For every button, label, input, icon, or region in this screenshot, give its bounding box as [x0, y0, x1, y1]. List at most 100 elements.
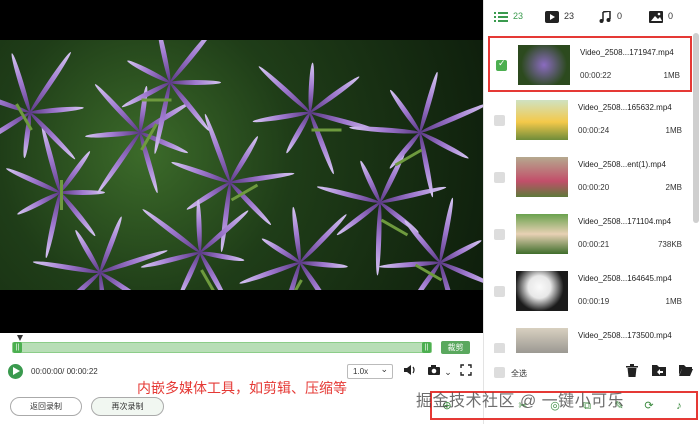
flower-petal: [98, 270, 145, 290]
flower-petal: [257, 64, 312, 115]
volume-icon[interactable]: [402, 364, 418, 380]
video-frame: [0, 40, 483, 290]
file-row[interactable]: Video_2508...171947.mp4 00:00:22 1MB: [488, 36, 692, 92]
tab-music[interactable]: 0: [598, 9, 622, 24]
video-icon: [545, 10, 559, 23]
file-name: Video_2508...171104.mp4: [578, 217, 672, 226]
clip-button[interactable]: 裁剪: [441, 341, 470, 354]
file-row[interactable]: Video_2508...173500.mp4: [484, 321, 692, 353]
flower-petal: [27, 50, 73, 114]
flower-petal: [307, 111, 336, 176]
file-duration: 00:00:22: [580, 71, 612, 80]
flower-petal: [140, 207, 202, 255]
flower-petal: [57, 149, 92, 194]
watermark: 掘金技术社区 @ 一键小可乐: [416, 393, 625, 410]
video-preview[interactable]: [0, 0, 483, 333]
tab-image[interactable]: 0: [649, 9, 673, 24]
flower-petal: [348, 125, 421, 135]
fullscreen-icon[interactable]: [458, 364, 474, 380]
list-footer: 全选: [484, 360, 700, 386]
tab-video[interactable]: 23: [545, 9, 574, 24]
file-name: Video_2508...164645.mp4: [578, 274, 672, 283]
file-name: Video_2508...165632.mp4: [578, 103, 672, 112]
timeline: || || 裁剪: [0, 333, 483, 360]
file-type-tabs: 23 23 0 0: [484, 0, 700, 33]
flower-petal: [170, 80, 221, 85]
flower-petal: [402, 218, 442, 265]
flower-stem: [311, 128, 342, 132]
video-thumbnail[interactable]: [516, 328, 568, 353]
trim-start-handle[interactable]: ||: [13, 342, 22, 353]
file-row[interactable]: Video_2508...ent(1).mp4 00:00:20 2MB: [484, 150, 692, 206]
flower-petal: [28, 110, 77, 161]
time-display: 00:00:00/ 00:00:22: [31, 367, 98, 376]
select-all-checkbox[interactable]: [494, 367, 505, 378]
trim-end-handle[interactable]: ||: [422, 342, 431, 353]
flower-petal: [307, 62, 316, 113]
file-name: Video_2508...173500.mp4: [578, 331, 672, 340]
speed-select[interactable]: 1.0x: [347, 363, 393, 379]
flower-petal: [195, 199, 203, 253]
file-size: 1MB: [663, 71, 680, 80]
video-thumbnail[interactable]: [516, 271, 568, 311]
file-duration: 00:00:19: [578, 297, 610, 306]
speed-value: 1.0x: [353, 367, 369, 376]
open-folder-icon[interactable]: [678, 364, 694, 380]
tab-count: 0: [617, 11, 623, 21]
file-checkbox[interactable]: [494, 343, 505, 353]
file-checkbox[interactable]: [496, 58, 507, 71]
file-row[interactable]: Video_2508...164645.mp4 00:00:19 1MB: [484, 264, 692, 320]
select-all-label: 全选: [511, 369, 527, 378]
flower-petal: [93, 82, 142, 135]
flower-stem: [60, 180, 63, 210]
annotation-caption: 内嵌多媒体工具，如剪辑、压缩等: [137, 380, 347, 396]
flower-stem: [141, 98, 172, 102]
record-again-button[interactable]: 再次录制: [91, 397, 164, 416]
file-checkbox[interactable]: [494, 286, 505, 297]
audio-tool-icon[interactable]: ♪: [672, 399, 686, 413]
file-duration: 00:00:24: [578, 126, 610, 135]
trash-icon[interactable]: [624, 364, 640, 380]
video-thumbnail[interactable]: [518, 45, 570, 85]
chevron-down-icon[interactable]: ⌄: [440, 364, 456, 380]
file-checkbox[interactable]: [494, 229, 505, 240]
flower-petal: [84, 130, 141, 139]
file-name: Video_2508...171947.mp4: [580, 48, 674, 57]
file-checkbox[interactable]: [494, 115, 505, 126]
flower-petal: [378, 260, 441, 270]
scroll-thumb[interactable]: [693, 33, 699, 223]
file-row[interactable]: Video_2508...171104.mp4 00:00:21 738KB: [484, 207, 692, 263]
flower-petal: [29, 105, 85, 115]
file-row[interactable]: Video_2508...165632.mp4 00:00:24 1MB: [484, 93, 692, 149]
file-checkbox[interactable]: [494, 172, 505, 183]
flower-petal: [299, 260, 349, 270]
timeline-track[interactable]: || ||: [12, 342, 432, 353]
playhead-marker[interactable]: [17, 335, 23, 341]
tab-count: 23: [564, 11, 575, 21]
file-duration: 00:00:21: [578, 240, 610, 249]
file-list: Video_2508...171947.mp400:00:221MBVideo_…: [484, 33, 692, 353]
scrollbar[interactable]: [693, 33, 699, 353]
video-thumbnail[interactable]: [516, 157, 568, 197]
flower-petal: [298, 212, 349, 265]
back-to-record-button[interactable]: 返回录制: [10, 397, 82, 416]
tab-count: 23: [513, 11, 524, 21]
video-thumbnail[interactable]: [516, 214, 568, 254]
file-size: 2MB: [665, 183, 682, 192]
file-panel: 23 23 0 0 Video_2508...171947.mp4 00:00:2…: [483, 0, 700, 424]
flower-petal: [388, 88, 423, 134]
tab-all[interactable]: 23: [494, 9, 523, 24]
music-icon: [598, 9, 612, 23]
export-folder-icon[interactable]: [651, 364, 667, 380]
file-name: Video_2508...ent(1).mp4: [578, 160, 666, 169]
file-size: 1MB: [665, 126, 682, 135]
flower-petal: [229, 170, 295, 185]
flower-petal: [218, 182, 233, 253]
tab-count: 0: [668, 11, 674, 21]
flower-petal: [168, 80, 211, 133]
file-duration: 00:00:20: [578, 183, 610, 192]
flower-petal: [168, 40, 216, 85]
convert-tool-icon[interactable]: ⟳: [642, 399, 656, 413]
video-thumbnail[interactable]: [516, 100, 568, 140]
play-button[interactable]: [8, 364, 23, 379]
